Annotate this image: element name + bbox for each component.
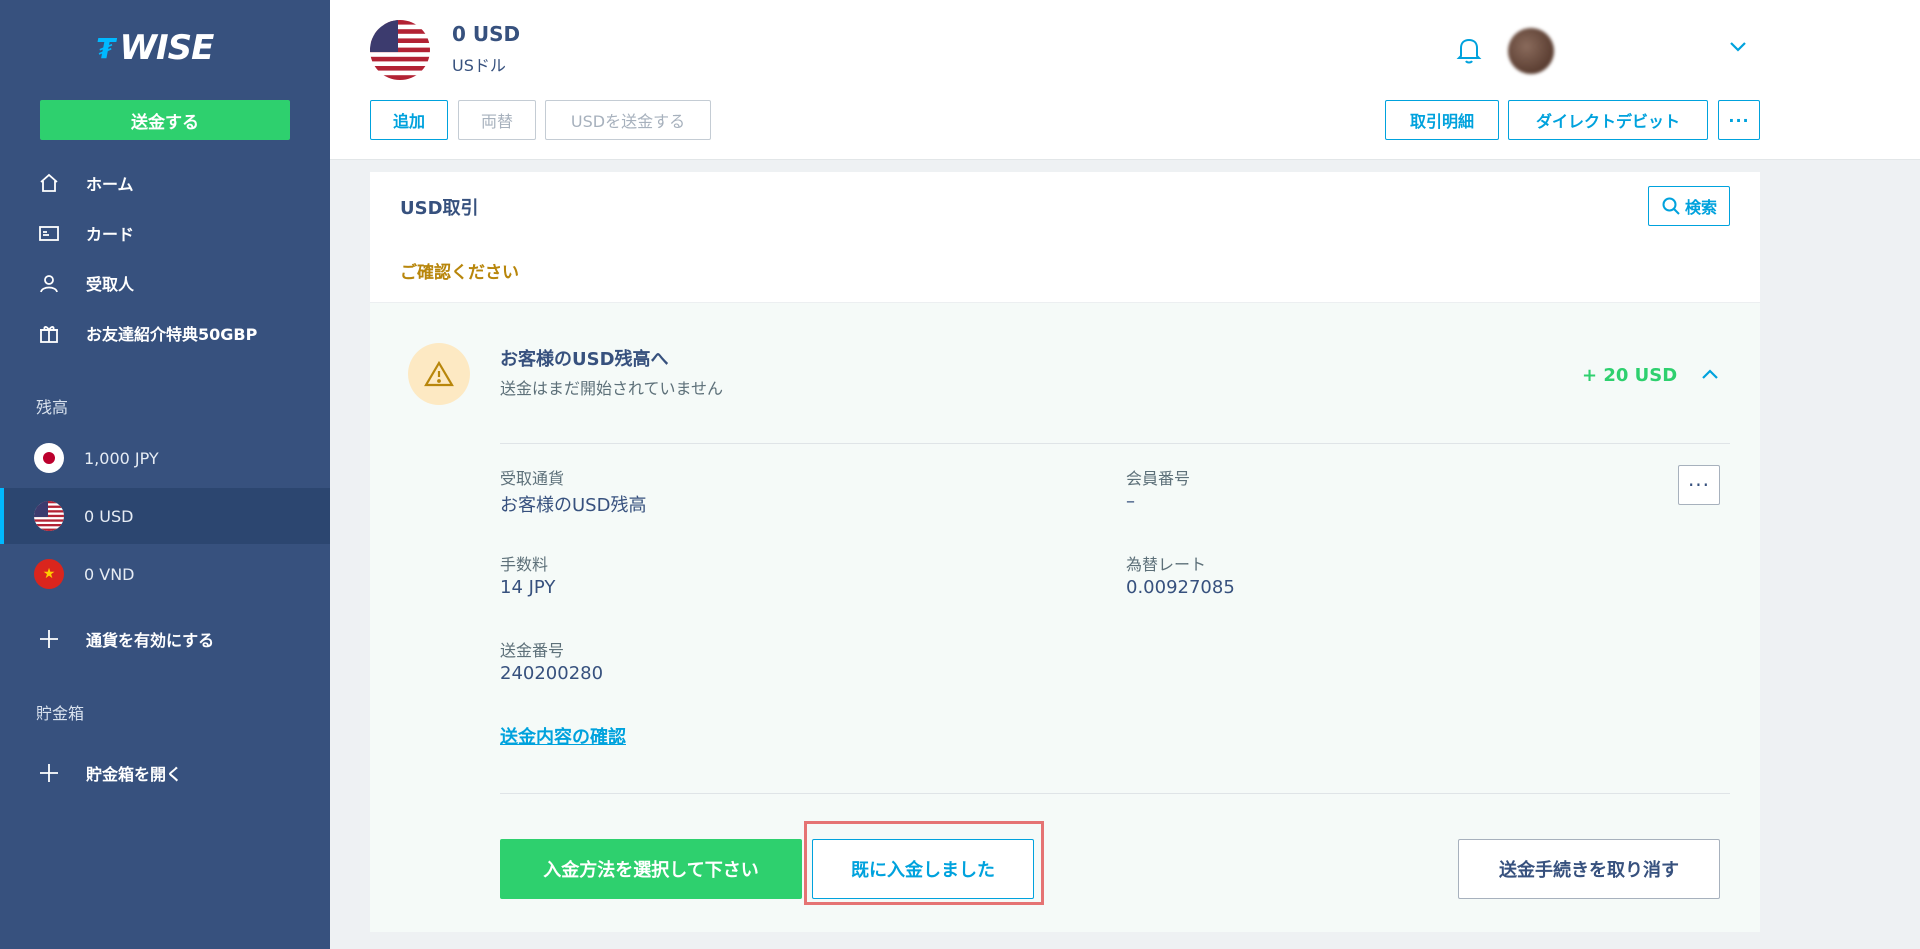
open-jar-label: 貯金箱を開く [86, 765, 183, 784]
recipient-currency-value: お客様のUSD残高 [500, 495, 647, 516]
recipient-currency-label: 受取通貨 [500, 469, 565, 488]
japan-flag-icon [34, 443, 64, 473]
add-money-button[interactable]: 追加 [370, 100, 448, 140]
transfer-details-link[interactable]: 送金内容の確認 [500, 723, 626, 749]
select-payment-method-button[interactable]: 入金方法を選択して下さい [500, 839, 802, 899]
cancel-transfer-button[interactable]: 送金手続きを取り消す [1458, 839, 1720, 899]
notification-bell-icon[interactable] [1456, 36, 1482, 64]
transfer-number-value: 240200280 [500, 663, 604, 684]
search-icon [1662, 197, 1680, 215]
nav-item-card[interactable]: カード [0, 210, 330, 256]
home-icon [38, 172, 60, 194]
nav-item-home[interactable]: ホーム [0, 160, 330, 206]
nav-item-label: お友達紹介特典50GBP [86, 325, 258, 344]
add-currency-label: 通貨を有効にする [86, 631, 215, 650]
person-icon [38, 272, 60, 294]
chevron-up-icon[interactable] [1700, 367, 1720, 381]
balance-amount: 0 USD [452, 22, 521, 46]
nav-item-label: カード [86, 225, 135, 244]
jars-heading: 貯金箱 [36, 704, 85, 723]
search-label: 検索 [1684, 198, 1717, 217]
avatar[interactable] [1508, 28, 1554, 74]
member-number-value: – [1126, 491, 1135, 512]
already-paid-button[interactable]: 既に入金しました [812, 839, 1034, 899]
balance-item-usd[interactable]: 0 USD [0, 488, 330, 544]
wise-logo-wordmark: WISE [119, 28, 214, 68]
balance-item-vnd[interactable]: ★ 0 VND [0, 546, 330, 602]
card-icon [38, 222, 60, 244]
transaction-more-button[interactable]: ··· [1678, 465, 1720, 505]
balance-label: 0 VND [84, 564, 135, 584]
exchange-rate-label: 為替レート [1126, 555, 1207, 574]
balance-label: 1,000 JPY [84, 448, 159, 468]
transaction-title[interactable]: お客様のUSD残高へ [500, 345, 669, 371]
warning-icon [408, 343, 470, 405]
balance-currency-name: USドル [452, 56, 506, 75]
nav-item-label: 受取人 [86, 275, 135, 294]
wise-logo[interactable]: ₮ WISE [96, 28, 214, 68]
direct-debit-button[interactable]: ダイレクトデビット [1508, 100, 1708, 140]
send-money-button[interactable]: 送金する [40, 100, 290, 140]
member-number-label: 会員番号 [1126, 469, 1191, 488]
add-currency-button[interactable]: 通貨を有効にする [0, 616, 330, 662]
convert-button[interactable]: 両替 [458, 100, 536, 140]
transaction-status: 送金はまだ開始されていません [500, 379, 724, 398]
wise-logo-mark-icon: ₮ [96, 31, 116, 65]
fee-label: 手数料 [500, 555, 549, 574]
transaction-item: お客様のUSD残高へ 送金はまだ開始されていません + 20 USD 受取通貨 … [370, 302, 1760, 932]
transfer-number-label: 送金番号 [500, 641, 565, 660]
exchange-rate-value: 0.00927085 [1126, 577, 1235, 598]
attention-heading: ご確認ください [400, 263, 519, 283]
balance-item-jpy[interactable]: 1,000 JPY [0, 430, 330, 486]
nav-item-recipients[interactable]: 受取人 [0, 260, 330, 306]
more-icon: ··· [1687, 473, 1711, 497]
send-usd-button[interactable]: USDを送金する [545, 100, 711, 140]
chevron-down-icon[interactable] [1728, 40, 1748, 54]
card-title: USD取引 [400, 198, 479, 219]
us-flag-icon [370, 20, 430, 80]
fee-value: 14 JPY [500, 577, 556, 598]
balance-label: 0 USD [84, 506, 134, 526]
open-jar-button[interactable]: 貯金箱を開く [0, 750, 330, 796]
vietnam-flag-icon: ★ [34, 559, 64, 589]
gift-icon [38, 322, 60, 344]
nav-item-label: ホーム [86, 175, 134, 194]
us-flag-icon [34, 501, 64, 531]
statements-button[interactable]: 取引明細 [1385, 100, 1499, 140]
plus-icon [38, 762, 60, 784]
search-button[interactable]: 検索 [1648, 186, 1730, 226]
nav-item-referral[interactable]: お友達紹介特典50GBP [0, 310, 330, 356]
balance-header: 0 USD USドル 追加 両替 USDを送金する 取引明細 ダイレクトデビット… [330, 0, 1920, 160]
sidebar: ₮ WISE 送金する ホーム カード 受取人 お友達紹介特典50GBP 残高 … [0, 0, 330, 949]
transaction-amount: + 20 USD [1582, 365, 1678, 386]
divider [500, 443, 1730, 444]
plus-icon [38, 628, 60, 650]
more-options-button[interactable]: ··· [1718, 100, 1760, 140]
transactions-card: USD取引 検索 ご確認ください お客様のUSD残高へ 送金はまだ開始されていま… [370, 172, 1760, 932]
balances-heading: 残高 [36, 398, 69, 417]
divider [500, 793, 1730, 794]
